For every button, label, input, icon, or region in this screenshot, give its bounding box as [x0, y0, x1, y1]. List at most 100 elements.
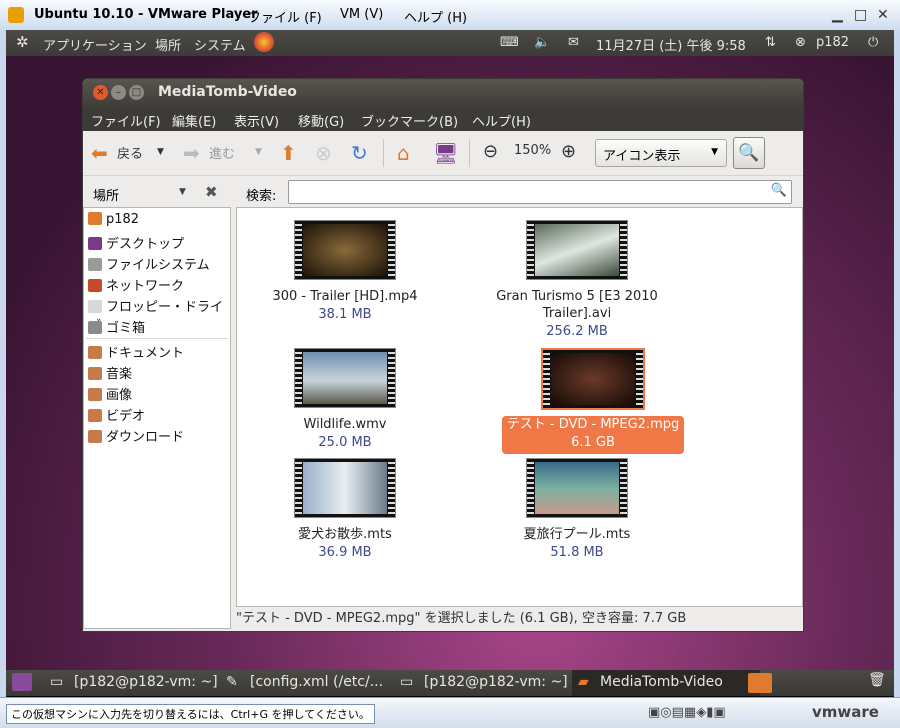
network-icon[interactable]: ⇅	[765, 35, 776, 50]
back-history-chevron-icon[interactable]: ▼	[157, 147, 164, 157]
menu-go[interactable]: 移動(G)	[298, 111, 344, 130]
window-close-icon[interactable]: ✕	[93, 85, 108, 100]
forward-arrow-icon[interactable]: ➡	[183, 141, 200, 165]
panel-username[interactable]: p182	[816, 35, 849, 50]
window-maximize-icon[interactable]: □	[129, 85, 144, 100]
workspace-icon[interactable]	[748, 673, 772, 693]
sidebar-item-documents[interactable]: ドキュメント	[88, 342, 184, 362]
panel-menu-system[interactable]: システム	[194, 35, 246, 54]
zoom-in-icon[interactable]: ⊕	[561, 141, 576, 162]
file-name: Wildlife.wmv	[303, 417, 387, 432]
terminal-icon: ▭	[400, 674, 414, 690]
sidebar-item-trash[interactable]: ゴミ箱	[88, 317, 145, 337]
file-item[interactable]: 300 - Trailer [HD].mp4 38.1 MB	[255, 220, 435, 324]
menu-view[interactable]: 表示(V)	[234, 111, 279, 130]
ubuntu-logo-icon[interactable]: ✲	[16, 33, 29, 51]
vmware-menu-help[interactable]: ヘルプ (H)	[404, 7, 467, 26]
search-button[interactable]: 🔍	[733, 137, 765, 169]
chevron-down-icon: ▼	[711, 147, 718, 157]
input-hint: この仮想マシンに入力先を切り替えるには、Ctrl+G を押してください。	[6, 704, 375, 724]
desktop-icon	[88, 237, 102, 250]
up-arrow-icon[interactable]: ⬆	[280, 141, 297, 165]
search-label: 検索:	[246, 189, 277, 204]
file-name: テスト - DVD - MPEG2.mpg	[506, 417, 680, 432]
user-status-icon[interactable]: ⊗	[795, 35, 806, 50]
zoom-level[interactable]: 150%	[514, 143, 551, 158]
sidebar-item-desktop[interactable]: デスクトップ	[88, 233, 184, 253]
panel-clock[interactable]: 11月27日 (土) 午後 9:58	[596, 35, 746, 54]
taskbar-item-config[interactable]: [config.xml (/etc/...	[250, 674, 383, 690]
folder-icon	[88, 346, 102, 359]
computer-icon[interactable]: 🖥	[433, 141, 458, 165]
sidebar-separator	[86, 338, 228, 339]
vmware-menu-file[interactable]: ファイル (F)	[248, 7, 322, 26]
sidebar-item-videos[interactable]: ビデオ	[88, 405, 145, 425]
mail-icon[interactable]: ✉	[568, 35, 579, 50]
status-bar: "テスト - DVD - MPEG2.mpg" を選択しました (6.1 GB)…	[236, 611, 687, 626]
sidebar-item-network[interactable]: ネットワーク	[88, 275, 184, 295]
file-size: 25.0 MB	[318, 435, 372, 450]
gnome-top-panel: ✲ アプリケーション 場所 システム ⌨ 🔈 ✉ 11月27日 (土) 午後 9…	[6, 30, 894, 56]
sidebar-item-label: デスクトップ	[106, 237, 185, 252]
power-icon[interactable]: ⏻	[868, 35, 878, 50]
search-input[interactable]: 🔍	[288, 180, 792, 204]
location-bar: 場所 ▼ ✖ 検索: 🔍	[83, 176, 803, 210]
taskbar-item-terminal-2[interactable]: [p182@p182-vm: ~]	[424, 674, 568, 690]
taskbar-item-terminal-1[interactable]: [p182@p182-vm: ~]	[74, 674, 218, 690]
taskbar-item-file-manager[interactable]: MediaTomb-Video	[600, 674, 723, 690]
file-name: 愛犬お散歩.mts	[298, 527, 392, 542]
sidebar-item-pictures[interactable]: 画像	[88, 384, 132, 404]
volume-icon[interactable]: 🔈	[534, 35, 550, 50]
places-label[interactable]: 場所	[93, 185, 119, 204]
maximize-icon[interactable]: □	[854, 7, 867, 23]
zoom-out-icon[interactable]: ⊖	[483, 141, 498, 162]
sidebar-item-home[interactable]: p182	[88, 212, 139, 232]
home-icon[interactable]: ⌂	[397, 141, 410, 165]
file-item[interactable]: 愛犬お散歩.mts 36.9 MB	[255, 458, 435, 562]
file-item[interactable]: Wildlife.wmv 25.0 MB	[255, 348, 435, 452]
window-minimize-icon[interactable]: –	[111, 85, 126, 100]
menu-edit[interactable]: 編集(E)	[172, 111, 216, 130]
reload-icon[interactable]: ↻	[351, 141, 368, 165]
forward-history-chevron-icon[interactable]: ▼	[255, 147, 262, 157]
folder-icon	[88, 430, 102, 443]
trash-icon[interactable]: 🗑	[868, 672, 886, 688]
places-chevron-down-icon[interactable]: ▼	[179, 187, 186, 197]
stop-icon[interactable]: ⊗	[315, 141, 332, 165]
drive-icon	[88, 258, 102, 271]
back-arrow-icon[interactable]: ⬅	[91, 141, 108, 165]
close-icon[interactable]: ✕	[877, 7, 889, 23]
selection-highlight: テスト - DVD - MPEG2.mpg 6.1 GB	[502, 416, 684, 454]
show-desktop-icon[interactable]	[12, 673, 32, 691]
sidebar-item-floppy[interactable]: フロッピー・ドライブ	[88, 296, 230, 334]
firefox-icon[interactable]	[254, 32, 274, 52]
device-icons[interactable]: ▣◎▤▦◈▮▣	[648, 705, 726, 720]
back-button[interactable]: 戻る	[117, 143, 143, 162]
view-mode-select[interactable]: アイコン表示 ▼	[595, 139, 727, 167]
vmware-menu-vm[interactable]: VM (V)	[340, 7, 383, 22]
sidebar-item-downloads[interactable]: ダウンロード	[88, 426, 184, 446]
sidebar-item-filesystem[interactable]: ファイルシステム	[88, 254, 210, 274]
panel-menu-places[interactable]: 場所	[155, 35, 181, 54]
sidebar-item-label: ファイルシステム	[106, 258, 210, 273]
file-item[interactable]: Gran Turismo 5 [E3 2010 Trailer].avi 256…	[487, 220, 667, 341]
file-item[interactable]: 夏旅行プール.mts 51.8 MB	[487, 458, 667, 562]
keyboard-icon[interactable]: ⌨	[500, 35, 519, 50]
panel-menu-applications[interactable]: アプリケーション	[43, 35, 147, 54]
file-item-selected[interactable]: テスト - DVD - MPEG2.mpg 6.1 GB	[502, 348, 684, 454]
toolbar-separator	[469, 139, 470, 167]
video-thumbnail	[294, 348, 396, 408]
minimize-icon[interactable]: ▁	[832, 7, 843, 23]
search-field-icon[interactable]: 🔍	[771, 183, 787, 198]
forward-button[interactable]: 進む	[209, 143, 235, 162]
places-sidebar: p182 デスクトップ ファイルシステム ネットワーク フロッピー・ドライブ ゴ…	[83, 207, 231, 629]
sidebar-close-icon[interactable]: ✖	[205, 183, 218, 201]
toolbar-separator	[383, 139, 384, 167]
file-size: 51.8 MB	[550, 545, 604, 560]
folder-icon	[88, 388, 102, 401]
sidebar-item-music[interactable]: 音楽	[88, 363, 132, 383]
menu-help[interactable]: ヘルプ(H)	[472, 111, 531, 130]
menu-file[interactable]: ファイル(F)	[91, 111, 161, 130]
video-thumbnail	[541, 348, 645, 410]
menu-bookmarks[interactable]: ブックマーク(B)	[361, 111, 458, 130]
